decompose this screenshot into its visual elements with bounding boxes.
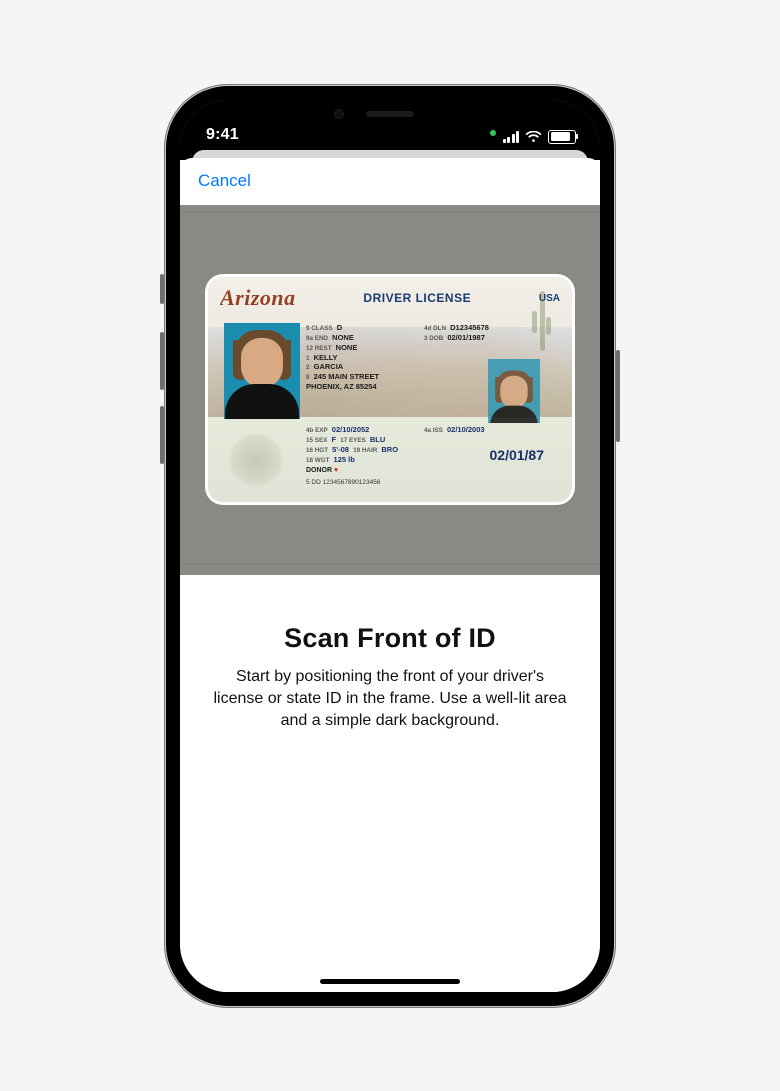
- volume-down-button: [160, 406, 164, 464]
- screen: 9:41 Cancel: [180, 100, 600, 992]
- camera-active-indicator-icon: [490, 130, 496, 136]
- license-dob-large: 02/01/87: [490, 447, 545, 463]
- home-indicator[interactable]: [320, 979, 460, 984]
- stage: 9:41 Cancel: [0, 0, 780, 1091]
- license-country: USA: [539, 293, 560, 304]
- modal-sheet: Cancel Arizona DRIVER LIC: [180, 158, 600, 992]
- state-seal-icon: [228, 432, 284, 488]
- id-capture-frame: Arizona DRIVER LICENSE USA: [205, 274, 575, 505]
- instruction-title: Scan Front of ID: [210, 623, 570, 654]
- status-right-group: [490, 130, 577, 144]
- license-header: Arizona DRIVER LICENSE USA: [220, 285, 560, 311]
- license-data-col1: 9 CLASS D 9a END NONE 12 REST NONE 1 KEL…: [306, 323, 379, 392]
- instruction-section: Scan Front of ID Start by positioning th…: [180, 575, 600, 732]
- license-issue-date: 4a ISS 02/10/2003: [424, 425, 485, 434]
- notch: [302, 100, 478, 128]
- front-camera: [334, 109, 344, 119]
- volume-up-button: [160, 332, 164, 390]
- heart-icon: ♥: [334, 467, 338, 474]
- silence-switch: [160, 274, 164, 304]
- license-donor: DONOR ♥: [306, 467, 338, 474]
- license-photo-primary: [224, 323, 300, 419]
- license-state: Arizona: [220, 285, 296, 311]
- battery-icon: [548, 130, 576, 144]
- cellular-signal-icon: [503, 131, 520, 143]
- sample-driver-license: Arizona DRIVER LICENSE USA: [208, 277, 572, 502]
- license-data-bottom: 4b EXP 02/10/2052 15 SEX F 17 EYES BLU 1…: [306, 425, 398, 464]
- instruction-body: Start by positioning the front of your d…: [210, 666, 570, 732]
- cancel-button[interactable]: Cancel: [198, 171, 251, 191]
- earpiece-speaker: [366, 111, 414, 117]
- license-photo-ghost: [488, 359, 540, 423]
- wifi-icon: [525, 131, 542, 143]
- license-data-col2: 4d DLN D12345678 3 DOB 02/01/1987: [424, 323, 489, 343]
- status-time: 9:41: [206, 126, 239, 144]
- nav-bar: Cancel: [180, 158, 600, 205]
- license-discriminator: 5 DD 1234567890123456: [306, 479, 380, 486]
- phone-bezel: 9:41 Cancel: [166, 86, 614, 1006]
- phone-device-frame: 9:41 Cancel: [164, 84, 616, 1008]
- camera-viewfinder[interactable]: Arizona DRIVER LICENSE USA: [180, 205, 600, 575]
- license-doc-type: DRIVER LICENSE: [363, 291, 471, 305]
- power-button: [616, 350, 620, 442]
